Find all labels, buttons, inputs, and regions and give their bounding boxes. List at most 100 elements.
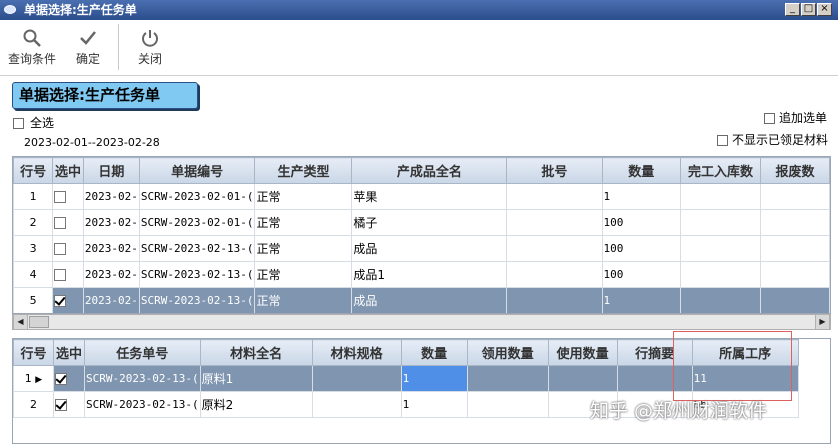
col-header[interactable]: 日期: [82, 157, 140, 184]
batch-cell[interactable]: [506, 287, 603, 313]
close-window-button[interactable]: ×: [817, 3, 832, 16]
type-cell[interactable]: 正常: [254, 183, 353, 210]
recv-qty-cell[interactable]: [466, 365, 549, 392]
code-cell[interactable]: SCRW-2023-02-01-(: [138, 183, 256, 210]
date-cell[interactable]: 2023-02-: [82, 183, 140, 210]
table-row[interactable]: 1 2023-02- SCRW-2023-02-01-( 正常 苹果 1: [13, 183, 830, 210]
done-cell[interactable]: [679, 261, 761, 288]
material-cell[interactable]: 原料1: [199, 365, 313, 392]
row-select-cell[interactable]: [52, 209, 84, 236]
hide-received-checkbox[interactable]: [717, 135, 728, 146]
scrap-cell[interactable]: [759, 235, 830, 262]
col-header[interactable]: 完工入库数: [679, 157, 761, 184]
scrap-cell[interactable]: [759, 287, 830, 313]
qty-cell-active[interactable]: 1: [400, 365, 468, 392]
used-qty-cell[interactable]: [547, 365, 618, 392]
batch-cell[interactable]: [506, 261, 603, 288]
maximize-button[interactable]: □: [801, 3, 816, 16]
col-header[interactable]: 生产类型: [254, 157, 353, 184]
code-cell[interactable]: SCRW-2023-02-01-(: [138, 209, 256, 236]
code-cell[interactable]: SCRW-2023-02-13-(: [138, 261, 256, 288]
row-checkbox[interactable]: [54, 217, 67, 229]
product-cell[interactable]: 成品1: [351, 261, 508, 288]
confirm-button[interactable]: 确定: [66, 24, 110, 74]
qty-cell[interactable]: 1: [601, 287, 681, 313]
type-cell[interactable]: 正常: [254, 287, 353, 313]
row-select-cell[interactable]: [52, 287, 84, 313]
qty-cell[interactable]: 100: [601, 235, 681, 262]
table-row[interactable]: 2 2023-02- SCRW-2023-02-01-( 正常 橘子 100: [13, 209, 830, 236]
row-checkbox-checked[interactable]: [54, 295, 67, 307]
product-cell[interactable]: 苹果: [351, 183, 508, 210]
scroll-right-arrow-icon[interactable]: ▶: [815, 315, 830, 329]
qty-cell[interactable]: 100: [601, 261, 681, 288]
col-header[interactable]: 批号: [506, 157, 603, 184]
done-cell[interactable]: [679, 235, 761, 262]
type-cell[interactable]: 正常: [254, 261, 353, 288]
date-cell[interactable]: 2023-02-: [82, 287, 140, 313]
row-checkbox-checked[interactable]: [55, 399, 67, 411]
col-header[interactable]: 选中: [52, 157, 84, 184]
table-row-selected[interactable]: 5 2023-02- SCRW-2023-02-13-( 正常 成品 1: [13, 287, 830, 313]
batch-cell[interactable]: [506, 209, 603, 236]
row-checkbox[interactable]: [54, 243, 67, 255]
spec-cell[interactable]: [311, 365, 402, 392]
minimize-button[interactable]: _: [785, 3, 800, 16]
type-cell[interactable]: 正常: [254, 235, 353, 262]
col-header[interactable]: 材料全名: [199, 339, 313, 366]
scroll-thumb[interactable]: [29, 316, 49, 328]
col-header[interactable]: 数量: [400, 339, 468, 366]
row-checkbox-checked[interactable]: [55, 373, 67, 385]
col-header[interactable]: 单据编号: [138, 157, 256, 184]
code-cell[interactable]: SCRW-2023-02-13-(: [138, 287, 256, 313]
row-select-cell[interactable]: [52, 261, 84, 288]
code-cell[interactable]: SCRW-2023-02-13-(: [138, 235, 256, 262]
scrap-cell[interactable]: [759, 261, 830, 288]
row-select-cell[interactable]: [53, 365, 85, 392]
date-cell[interactable]: 2023-02-: [82, 209, 140, 236]
done-cell[interactable]: [679, 209, 761, 236]
close-button[interactable]: 关闭: [128, 24, 172, 74]
batch-cell[interactable]: [506, 183, 603, 210]
product-cell[interactable]: 成品: [351, 287, 508, 313]
col-header[interactable]: 行号: [13, 157, 54, 184]
done-cell[interactable]: [679, 287, 761, 313]
select-all-checkbox[interactable]: [13, 118, 24, 129]
col-header[interactable]: 报废数: [759, 157, 830, 184]
date-cell[interactable]: 2023-02-: [82, 261, 140, 288]
scrap-cell[interactable]: [759, 183, 830, 210]
append-select-checkbox[interactable]: [764, 113, 775, 124]
col-header[interactable]: 选中: [53, 339, 85, 366]
query-button[interactable]: 查询条件: [4, 24, 60, 74]
material-cell[interactable]: 原料2: [199, 391, 313, 418]
horizontal-scrollbar[interactable]: ◀ ▶: [12, 314, 831, 330]
table-row[interactable]: 3 2023-02- SCRW-2023-02-13-( 正常 成品 100: [13, 235, 830, 262]
col-header[interactable]: 行号: [13, 339, 54, 366]
col-header[interactable]: 材料规格: [311, 339, 402, 366]
recv-qty-cell[interactable]: [466, 391, 549, 418]
row-select-cell[interactable]: [53, 391, 85, 418]
col-header[interactable]: 领用数量: [466, 339, 549, 366]
task-cell[interactable]: SCRW-2023-02-13-(: [84, 365, 201, 392]
qty-cell[interactable]: 100: [601, 209, 681, 236]
qty-cell[interactable]: 1: [601, 183, 681, 210]
table-row[interactable]: 4 2023-02- SCRW-2023-02-13-( 正常 成品1 100: [13, 261, 830, 288]
qty-cell[interactable]: 1: [400, 391, 468, 418]
row-checkbox[interactable]: [54, 269, 67, 281]
col-header[interactable]: 任务单号: [84, 339, 201, 366]
col-header[interactable]: 使用数量: [547, 339, 618, 366]
batch-cell[interactable]: [506, 235, 603, 262]
date-cell[interactable]: 2023-02-: [82, 235, 140, 262]
product-cell[interactable]: 成品: [351, 235, 508, 262]
row-select-cell[interactable]: [52, 183, 84, 210]
col-header[interactable]: 数量: [601, 157, 681, 184]
product-cell[interactable]: 橘子: [351, 209, 508, 236]
scrap-cell[interactable]: [759, 209, 830, 236]
row-checkbox[interactable]: [54, 191, 67, 203]
scroll-left-arrow-icon[interactable]: ◀: [13, 315, 28, 329]
spec-cell[interactable]: [311, 391, 402, 418]
row-select-cell[interactable]: [52, 235, 84, 262]
done-cell[interactable]: [679, 183, 761, 210]
type-cell[interactable]: 正常: [254, 209, 353, 236]
col-header[interactable]: 产成品全名: [351, 157, 508, 184]
